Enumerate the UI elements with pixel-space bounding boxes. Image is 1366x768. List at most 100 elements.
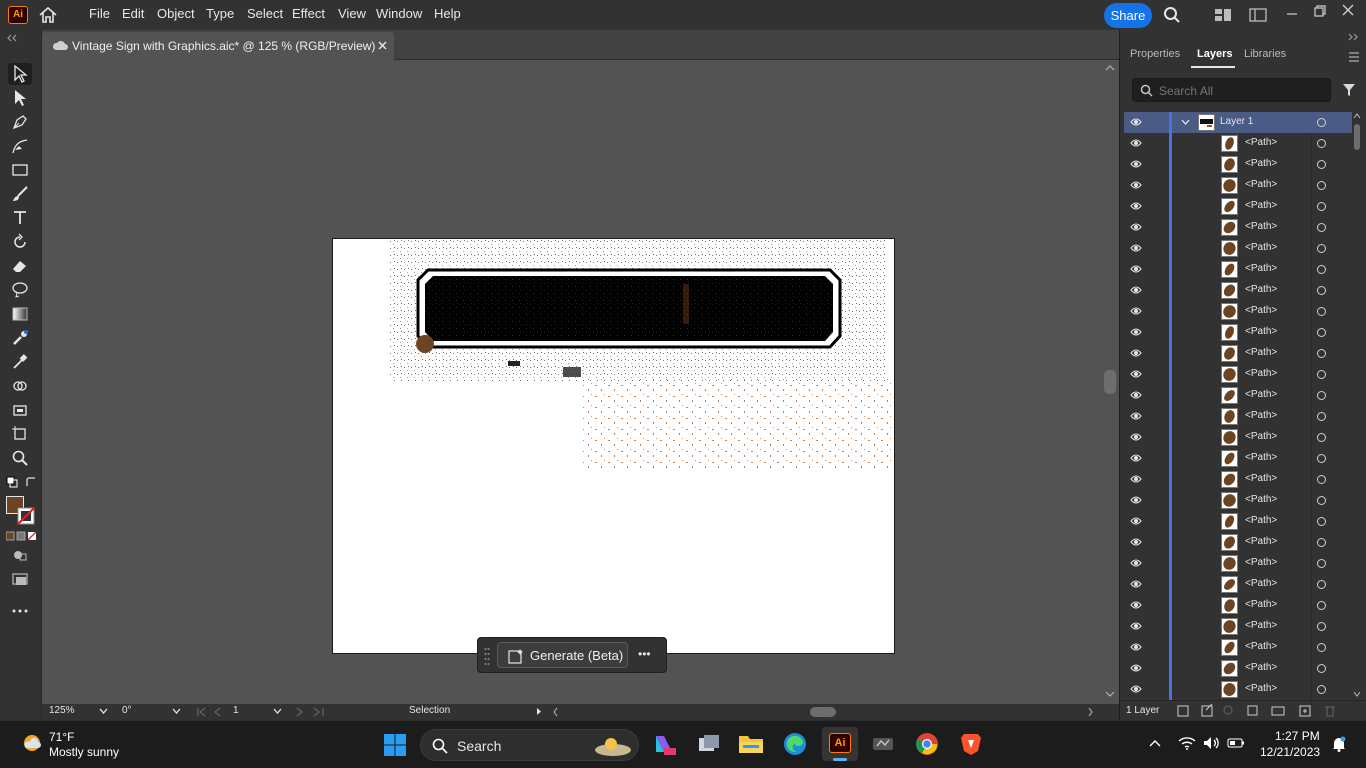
path-target-icon[interactable] [1317,454,1326,463]
visibility-eye-icon[interactable] [1130,684,1142,694]
symbol-sprayer-tool-icon[interactable] [8,399,32,421]
copilot-icon[interactable] [651,731,677,757]
rotation-value[interactable]: 0° [122,705,132,719]
path-name[interactable]: <Path> [1245,179,1277,190]
path-name[interactable]: <Path> [1245,137,1277,148]
menu-help[interactable]: Help [434,6,461,21]
rotation-dropdown-icon[interactable] [172,708,181,714]
layer-row-main[interactable]: Layer 1 [1124,112,1352,133]
lasso-tool-icon[interactable] [8,279,32,301]
path-target-icon[interactable] [1317,601,1326,610]
layer-row-path[interactable]: <Path> [1124,553,1352,574]
panel-menu-icon[interactable] [1348,52,1360,62]
layer-row-path[interactable]: <Path> [1124,238,1352,259]
path-target-icon[interactable] [1317,517,1326,526]
weather-temp[interactable]: 71°F [49,730,74,744]
tab-libraries[interactable]: Libraries [1244,48,1286,60]
visibility-eye-icon[interactable] [1130,453,1142,463]
workspace-icon[interactable] [1214,8,1232,22]
path-name[interactable]: <Path> [1245,200,1277,211]
visibility-eye-icon[interactable] [1130,600,1142,610]
path-target-icon[interactable] [1317,496,1326,505]
visibility-eye-icon[interactable] [1130,285,1142,295]
path-target-icon[interactable] [1317,244,1326,253]
menu-effect[interactable]: Effect [292,6,325,21]
path-target-icon[interactable] [1317,370,1326,379]
taskbar-search[interactable]: Search [420,729,639,761]
more-tools-icon[interactable] [8,600,32,622]
artboard-number[interactable]: 1 [233,705,239,719]
direct-selection-tool-icon[interactable] [8,87,32,109]
drag-handle-icon[interactable] [484,647,490,665]
path-name[interactable]: <Path> [1245,431,1277,442]
path-target-icon[interactable] [1317,160,1326,169]
layer-row-path[interactable]: <Path> [1124,511,1352,532]
artboard[interactable] [332,238,895,654]
layer-row-path[interactable]: <Path> [1124,196,1352,217]
path-target-icon[interactable] [1317,391,1326,400]
layer-name[interactable]: Layer 1 [1220,116,1253,127]
menu-select[interactable]: Select [247,6,283,21]
path-name[interactable]: <Path> [1245,683,1277,694]
path-name[interactable]: <Path> [1245,494,1277,505]
path-target-icon[interactable] [1317,643,1326,652]
gradient-tool-icon[interactable] [8,303,32,325]
filter-icon[interactable] [1342,83,1356,97]
visibility-eye-icon[interactable] [1130,117,1142,127]
vertical-scrollbar[interactable] [1101,60,1119,704]
layer-row-path[interactable]: <Path> [1124,301,1352,322]
status-menu-icon[interactable] [536,707,542,716]
chrome-icon[interactable] [914,731,940,757]
path-name[interactable]: <Path> [1245,368,1277,379]
visibility-eye-icon[interactable] [1130,201,1142,211]
visibility-eye-icon[interactable] [1130,474,1142,484]
path-name[interactable]: <Path> [1245,305,1277,316]
path-target-icon[interactable] [1317,580,1326,589]
path-target-icon[interactable] [1317,139,1326,148]
path-name[interactable]: <Path> [1245,263,1277,274]
paintbrush-tool-icon[interactable] [8,183,32,205]
rotate-tool-icon[interactable] [8,231,32,253]
visibility-eye-icon[interactable] [1130,621,1142,631]
path-name[interactable]: <Path> [1245,557,1277,568]
first-artboard-icon[interactable] [196,707,226,717]
visibility-eye-icon[interactable] [1130,243,1142,253]
visibility-eye-icon[interactable] [1130,432,1142,442]
path-target-icon[interactable] [1317,433,1326,442]
illustrator-taskbar-icon[interactable]: Ai [822,727,858,761]
visibility-eye-icon[interactable] [1130,180,1142,190]
visibility-eye-icon[interactable] [1130,159,1142,169]
generate-button[interactable]: Generate (Beta) [497,642,628,668]
layer-row-path[interactable]: <Path> [1124,595,1352,616]
artboard-dropdown-icon[interactable] [273,708,282,714]
type-tool-icon[interactable] [8,207,32,229]
layers-search[interactable] [1132,78,1331,102]
zoom-level[interactable]: 125% [49,705,75,719]
path-target-icon[interactable] [1317,181,1326,190]
layer-row-path[interactable]: <Path> [1124,490,1352,511]
search-icon[interactable] [1163,6,1181,24]
visibility-eye-icon[interactable] [1130,222,1142,232]
layer-row-path[interactable]: <Path> [1124,175,1352,196]
brave-icon[interactable] [958,731,984,757]
edge-browser-icon[interactable] [782,731,808,757]
zoom-tool-icon[interactable] [8,447,32,469]
path-name[interactable]: <Path> [1245,473,1277,484]
visibility-eye-icon[interactable] [1130,327,1142,337]
layer-row-path[interactable]: <Path> [1124,217,1352,238]
layer-row-path[interactable]: <Path> [1124,406,1352,427]
notification-bell-icon[interactable] [1331,736,1347,752]
visibility-eye-icon[interactable] [1130,369,1142,379]
default-colors-icon[interactable] [6,476,18,488]
tab-layers[interactable]: Layers [1197,48,1232,60]
zoom-dropdown-icon[interactable] [99,708,108,714]
visibility-eye-icon[interactable] [1130,663,1142,673]
selection-tool-icon[interactable] [8,63,32,85]
menu-file[interactable]: File [89,6,110,21]
panel-scrollbar[interactable] [1352,112,1362,700]
visibility-eye-icon[interactable] [1130,579,1142,589]
visibility-eye-icon[interactable] [1130,411,1142,421]
stroke-color-swatch[interactable] [17,507,35,525]
eyedropper-alt-tool-icon[interactable] [8,351,32,373]
menu-object[interactable]: Object [157,6,195,21]
